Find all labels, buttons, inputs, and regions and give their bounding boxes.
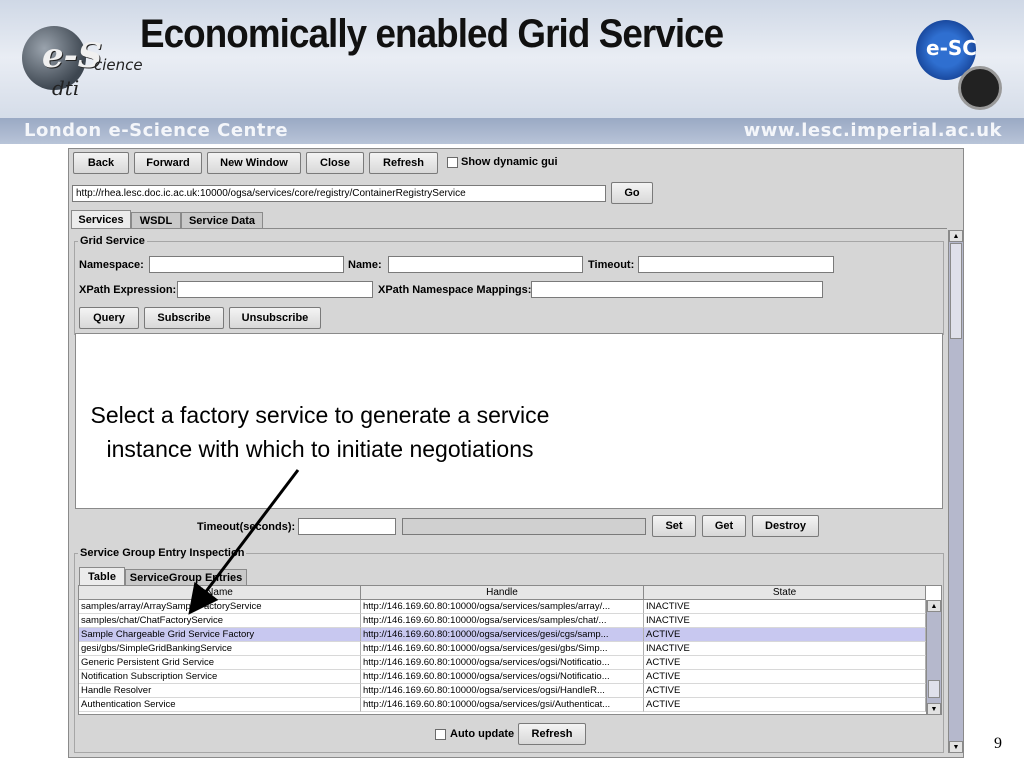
table-row[interactable]: Sample Chargeable Grid Service Factory ht… bbox=[79, 628, 926, 642]
cell-name: samples/array/ArraySampleFactoryService bbox=[79, 600, 361, 614]
service-group-inspection-title: Service Group Entry Inspection bbox=[78, 547, 247, 559]
tab-wsdl[interactable]: WSDL bbox=[131, 212, 181, 228]
table-row[interactable]: Generic Persistent Grid Service http://14… bbox=[79, 656, 926, 670]
cell-handle: http://146.169.60.80:10000/ogsa/services… bbox=[361, 698, 644, 712]
cell-name: Sample Chargeable Grid Service Factory bbox=[79, 628, 361, 642]
cell-handle: http://146.169.60.80:10000/ogsa/services… bbox=[361, 684, 644, 698]
xpath-expression-label: XPath Expression: bbox=[79, 284, 177, 296]
column-header-state[interactable]: State bbox=[644, 586, 926, 600]
column-header-name[interactable]: Name bbox=[79, 586, 361, 600]
xpath-expression-input[interactable] bbox=[177, 281, 373, 298]
timeout-label: Timeout: bbox=[588, 259, 635, 271]
table-header: Name Handle State bbox=[79, 586, 926, 600]
namespace-label: Namespace: bbox=[79, 259, 144, 271]
cell-name: samples/chat/ChatFactoryService bbox=[79, 614, 361, 628]
cell-handle: http://146.169.60.80:10000/ogsa/services… bbox=[361, 614, 644, 628]
new-window-button[interactable]: New Window bbox=[207, 152, 301, 174]
get-button[interactable]: Get bbox=[702, 515, 746, 537]
cell-state: ACTIVE bbox=[644, 670, 926, 684]
logo-esc-text: e-SC bbox=[926, 36, 977, 60]
cell-name: Authentication Service bbox=[79, 698, 361, 712]
show-dynamic-gui-checkbox[interactable] bbox=[447, 157, 458, 168]
xpath-namespace-input[interactable] bbox=[531, 281, 823, 298]
close-button[interactable]: Close bbox=[306, 152, 364, 174]
tab-servicegroup-entries[interactable]: ServiceGroup Entries bbox=[125, 569, 247, 585]
subscribe-button[interactable]: Subscribe bbox=[144, 307, 224, 329]
tab-table[interactable]: Table bbox=[79, 567, 125, 585]
annotation-line-1: Select a factory service to generate a s… bbox=[90, 402, 550, 428]
table-row[interactable]: gesi/gbs/SimpleGridBankingService http://… bbox=[79, 642, 926, 656]
cell-state: ACTIVE bbox=[644, 628, 926, 642]
forward-button[interactable]: Forward bbox=[134, 152, 202, 174]
cell-handle: http://146.169.60.80:10000/ogsa/services… bbox=[361, 600, 644, 614]
scroll-down-icon[interactable]: ▼ bbox=[927, 703, 941, 714]
main-scroll-down-icon[interactable]: ▼ bbox=[949, 741, 963, 753]
cell-name: Handle Resolver bbox=[79, 684, 361, 698]
auto-update-label: Auto update bbox=[450, 728, 515, 740]
table-row[interactable]: samples/chat/ChatFactoryService http://14… bbox=[79, 614, 926, 628]
table-row[interactable]: Authentication Service http://146.169.60.… bbox=[79, 698, 926, 712]
main-scroll-up-icon[interactable]: ▲ bbox=[949, 230, 963, 242]
logo-cience-text: cience bbox=[94, 56, 143, 74]
timeout-seconds-input[interactable] bbox=[298, 518, 396, 535]
centre-name: London e-Science Centre bbox=[24, 120, 289, 141]
cell-state: ACTIVE bbox=[644, 684, 926, 698]
cell-state: INACTIVE bbox=[644, 614, 926, 628]
table-scrollbar[interactable]: ▲ ▼ bbox=[926, 600, 941, 714]
query-button[interactable]: Query bbox=[79, 307, 139, 329]
cell-state: ACTIVE bbox=[644, 656, 926, 670]
inspection-refresh-button[interactable]: Refresh bbox=[518, 723, 586, 745]
refresh-button[interactable]: Refresh bbox=[369, 152, 438, 174]
back-button[interactable]: Back bbox=[73, 152, 129, 174]
table-row[interactable]: samples/array/ArraySampleFactoryService h… bbox=[79, 600, 926, 614]
cell-handle: http://146.169.60.80:10000/ogsa/services… bbox=[361, 656, 644, 670]
timeout-progress-field bbox=[402, 518, 646, 535]
table-row[interactable]: Handle Resolver http://146.169.60.80:1000… bbox=[79, 684, 926, 698]
table-row[interactable]: Notification Subscription Service http://… bbox=[79, 670, 926, 684]
main-scroll-thumb[interactable] bbox=[950, 243, 962, 339]
set-button[interactable]: Set bbox=[652, 515, 696, 537]
cell-name: Notification Subscription Service bbox=[79, 670, 361, 684]
unsubscribe-button[interactable]: Unsubscribe bbox=[229, 307, 321, 329]
cell-handle: http://146.169.60.80:10000/ogsa/services… bbox=[361, 642, 644, 656]
timeout-input[interactable] bbox=[638, 256, 834, 273]
cell-name: gesi/gbs/SimpleGridBankingService bbox=[79, 642, 361, 656]
cell-state: ACTIVE bbox=[644, 698, 926, 712]
lesc-logo: e-SC bbox=[916, 20, 1006, 110]
tab-service-data[interactable]: Service Data bbox=[181, 212, 263, 228]
logo-dti-text: dti bbox=[52, 76, 80, 100]
esci-dti-logo: e-S cience dti bbox=[22, 20, 143, 100]
centre-url: www.lesc.imperial.ac.uk bbox=[743, 120, 1002, 141]
slide-title: Economically enabled Grid Service bbox=[140, 12, 724, 56]
annotation-callout: Select a factory service to generate a s… bbox=[30, 398, 610, 466]
destroy-button[interactable]: Destroy bbox=[752, 515, 819, 537]
annotation-line-2: instance with which to initiate negotiat… bbox=[106, 436, 534, 462]
cell-state: INACTIVE bbox=[644, 642, 926, 656]
table-scroll-thumb[interactable] bbox=[928, 680, 940, 698]
iceni-seal-icon bbox=[958, 66, 1002, 110]
scroll-up-icon[interactable]: ▲ bbox=[927, 600, 941, 612]
show-dynamic-gui-label: Show dynamic gui bbox=[461, 156, 558, 168]
cell-name: Generic Persistent Grid Service bbox=[79, 656, 361, 670]
go-button[interactable]: Go bbox=[611, 182, 653, 204]
cell-handle: http://146.169.60.80:10000/ogsa/services… bbox=[361, 670, 644, 684]
slide-banner: e-S cience dti Economically enabled Grid… bbox=[0, 0, 1024, 144]
name-input[interactable] bbox=[388, 256, 583, 273]
timeout-seconds-label: Timeout(seconds): bbox=[197, 521, 296, 533]
main-scrollbar[interactable]: ▲ ▼ bbox=[948, 230, 963, 753]
url-input[interactable]: http://rhea.lesc.doc.ic.ac.uk:10000/ogsa… bbox=[72, 185, 606, 202]
column-header-handle[interactable]: Handle bbox=[361, 586, 644, 600]
cell-handle: http://146.169.60.80:10000/ogsa/services… bbox=[361, 628, 644, 642]
namespace-input[interactable] bbox=[149, 256, 344, 273]
xpath-namespace-label: XPath Namespace Mappings: bbox=[378, 284, 532, 296]
name-label: Name: bbox=[348, 259, 382, 271]
page-number: 9 bbox=[994, 735, 1002, 752]
tab-services[interactable]: Services bbox=[71, 210, 131, 228]
tab-divider bbox=[71, 228, 947, 229]
service-entries-table: Name Handle State samples/array/ArraySam… bbox=[78, 585, 942, 715]
grid-service-title: Grid Service bbox=[78, 235, 147, 247]
cell-state: INACTIVE bbox=[644, 600, 926, 614]
auto-update-checkbox[interactable] bbox=[435, 729, 446, 740]
